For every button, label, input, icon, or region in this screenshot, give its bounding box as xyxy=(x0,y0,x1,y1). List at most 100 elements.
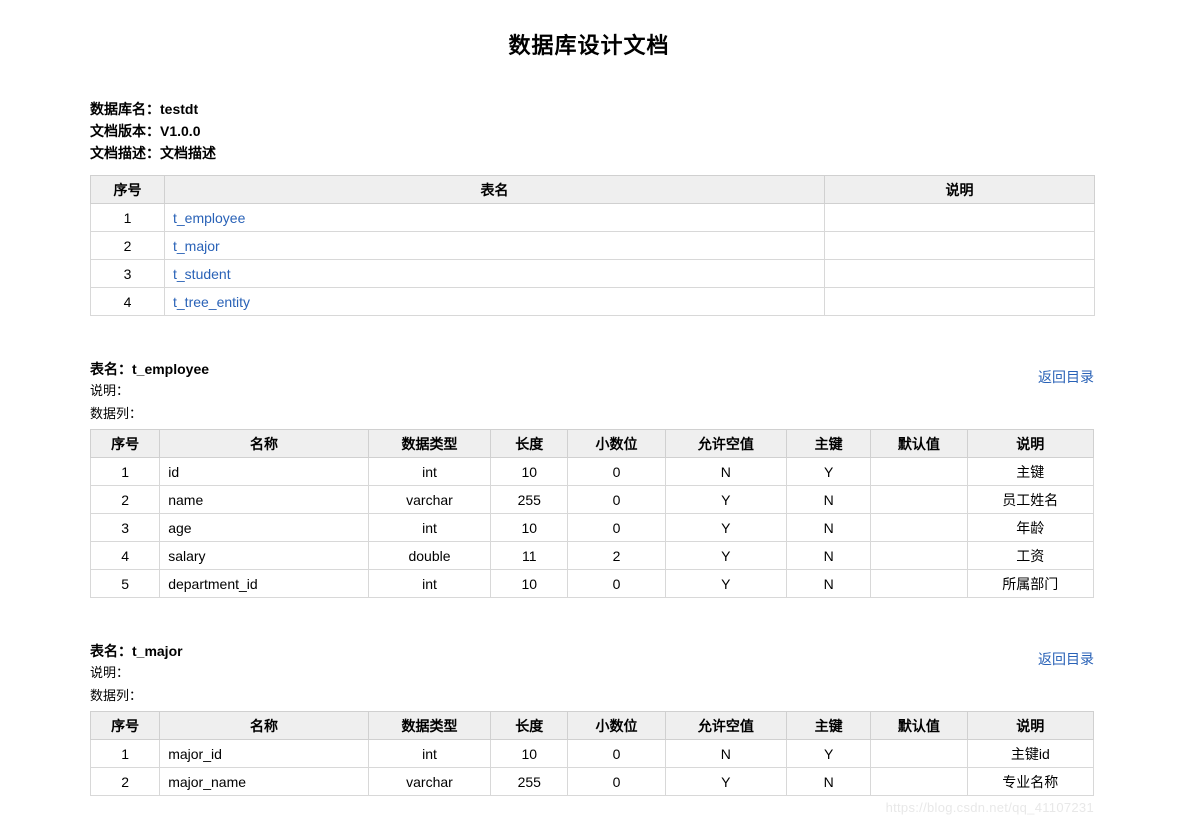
detail-cell-scale: 0 xyxy=(567,767,666,796)
detail-cell-nullable: Y xyxy=(664,513,788,542)
table-row: 3 age int 10 0 Y N 年龄 xyxy=(89,513,1095,542)
catalog-cell-description xyxy=(824,231,1095,260)
detail-cell-primary-key: Y xyxy=(786,457,872,486)
detail-header-length: 长度 xyxy=(490,429,569,458)
detail-cell-length: 10 xyxy=(490,569,569,598)
detail-header-name: 名称 xyxy=(159,711,369,740)
detail-cell-data-type: int xyxy=(367,513,492,542)
detail-header-default-value: 默认值 xyxy=(870,711,968,740)
section-title-t_major: 表名：t_major xyxy=(90,643,183,659)
detail-cell-nullable: N xyxy=(664,739,788,768)
detail-cell-default-value xyxy=(870,457,968,486)
detail-header-data-type: 数据类型 xyxy=(367,429,492,458)
meta-line-document-version: 文档版本：V1.0.0 xyxy=(90,120,1094,142)
table-columns-t_employee: 序号 名称 数据类型 长度 小数位 允许空值 主键 默认值 说明 1 id int 10 0 N Y 主键 2 na… xyxy=(89,429,1095,598)
detail-header-default-value: 默认值 xyxy=(870,429,968,458)
detail-cell-length: 10 xyxy=(490,739,569,768)
detail-cell-default-value xyxy=(870,541,968,570)
catalog-table-link[interactable]: t_tree_entity xyxy=(173,294,250,310)
detail-header-nullable: 允许空值 xyxy=(664,711,788,740)
detail-cell-description: 工资 xyxy=(966,541,1095,570)
catalog-table-link[interactable]: t_student xyxy=(173,266,231,282)
detail-cell-index: 5 xyxy=(89,569,161,598)
back-to-catalog-link[interactable]: 返回目录 xyxy=(1038,367,1094,387)
detail-header-row: 序号 名称 数据类型 长度 小数位 允许空值 主键 默认值 说明 xyxy=(89,429,1095,458)
detail-cell-name: major_name xyxy=(159,767,369,796)
detail-header-nullable: 允许空值 xyxy=(664,429,788,458)
table-catalog: 序号 表名 说明 1 t_employee 2 t_major 3 t_student 4 t… xyxy=(90,175,1095,316)
detail-cell-scale: 0 xyxy=(567,569,666,598)
meta-line-document-description: 文档描述：文档描述 xyxy=(90,142,1094,164)
detail-cell-name: salary xyxy=(159,541,369,570)
detail-cell-index: 2 xyxy=(89,485,161,514)
catalog-cell-table-name: t_tree_entity xyxy=(164,287,825,316)
section-description-label: 说明： xyxy=(90,383,130,398)
table-section-t_employee: 表名：t_employee 说明： 返回目录 数据列： 序号 名称 数据类型 长度 小数位 允许空… xyxy=(89,359,1095,598)
catalog-header-index: 序号 xyxy=(90,175,165,204)
detail-cell-index: 2 xyxy=(89,767,161,796)
detail-header-primary-key: 主键 xyxy=(786,429,872,458)
detail-cell-default-value xyxy=(870,485,968,514)
catalog-cell-description xyxy=(824,287,1095,316)
document-content: 数据库名：testdt 文档版本：V1.0.0 文档描述：文档描述 序号 表名 … xyxy=(89,60,1095,796)
detail-cell-primary-key: N xyxy=(786,569,872,598)
detail-header-index: 序号 xyxy=(89,711,161,740)
table-row: 2 t_major xyxy=(90,231,1095,260)
detail-header-primary-key: 主键 xyxy=(786,711,872,740)
detail-header-length: 长度 xyxy=(490,711,569,740)
detail-cell-primary-key: N xyxy=(786,485,872,514)
detail-cell-name: department_id xyxy=(159,569,369,598)
detail-cell-index: 4 xyxy=(89,541,161,570)
table-row: 4 salary double 11 2 Y N 工资 xyxy=(89,541,1095,570)
detail-cell-index: 1 xyxy=(89,457,161,486)
detail-cell-nullable: N xyxy=(664,457,788,486)
table-section-t_major: 表名：t_major 说明： 返回目录 数据列： 序号 名称 数据类型 长度 小数位 允许空值 主键… xyxy=(89,641,1095,796)
detail-header-name: 名称 xyxy=(159,429,369,458)
detail-cell-primary-key: N xyxy=(786,767,872,796)
catalog-table-link[interactable]: t_employee xyxy=(173,210,245,226)
catalog-cell-index: 3 xyxy=(90,259,165,288)
detail-cell-nullable: Y xyxy=(664,485,788,514)
detail-cell-scale: 0 xyxy=(567,513,666,542)
detail-cell-nullable: Y xyxy=(664,569,788,598)
detail-cell-name: id xyxy=(159,457,369,486)
catalog-table-link[interactable]: t_major xyxy=(173,238,220,254)
detail-cell-default-value xyxy=(870,513,968,542)
meta-value-database-name: testdt xyxy=(160,101,199,117)
table-row: 1 t_employee xyxy=(90,203,1095,232)
detail-cell-data-type: int xyxy=(367,569,492,598)
document-page: 数据库设计文档 数据库名：testdt 文档版本：V1.0.0 文档描述：文档描… xyxy=(0,0,1178,829)
table-row: 2 major_name varchar 255 0 Y N 专业名称 xyxy=(89,767,1095,796)
detail-cell-length: 10 xyxy=(490,513,569,542)
detail-header-index: 序号 xyxy=(89,429,161,458)
catalog-cell-table-name: t_student xyxy=(164,259,825,288)
catalog-cell-description xyxy=(824,259,1095,288)
meta-label-database-name: 数据库名： xyxy=(90,101,160,117)
detail-header-description: 说明 xyxy=(966,711,1095,740)
detail-cell-scale: 0 xyxy=(567,457,666,486)
meta-label-document-description: 文档描述： xyxy=(90,145,160,161)
database-meta-block: 数据库名：testdt 文档版本：V1.0.0 文档描述：文档描述 xyxy=(90,98,1094,164)
catalog-cell-table-name: t_major xyxy=(164,231,825,260)
back-to-catalog-link[interactable]: 返回目录 xyxy=(1038,649,1094,669)
detail-cell-scale: 0 xyxy=(567,739,666,768)
catalog-cell-index: 2 xyxy=(90,231,165,260)
detail-cell-data-type: varchar xyxy=(367,485,492,514)
meta-value-document-version: V1.0.0 xyxy=(160,123,201,139)
detail-cell-primary-key: Y xyxy=(786,739,872,768)
data-columns-label: 数据列： xyxy=(90,406,143,421)
detail-cell-index: 1 xyxy=(89,739,161,768)
table-row: 4 t_tree_entity xyxy=(90,287,1095,316)
catalog-cell-table-name: t_employee xyxy=(164,203,825,232)
detail-cell-description: 主键id xyxy=(966,739,1095,768)
detail-cell-description: 员工姓名 xyxy=(966,485,1095,514)
detail-cell-index: 3 xyxy=(89,513,161,542)
detail-cell-length: 10 xyxy=(490,457,569,486)
data-columns-label: 数据列： xyxy=(90,688,143,703)
section-description: 说明： xyxy=(90,380,1094,401)
detail-sections: 表名：t_employee 说明： 返回目录 数据列： 序号 名称 数据类型 长度 小数位 允许空… xyxy=(89,359,1095,796)
catalog-header-row: 序号 表名 说明 xyxy=(90,175,1095,204)
page-title: 数据库设计文档 xyxy=(508,33,670,58)
catalog-header-description: 说明 xyxy=(824,175,1095,204)
detail-cell-default-value xyxy=(870,739,968,768)
